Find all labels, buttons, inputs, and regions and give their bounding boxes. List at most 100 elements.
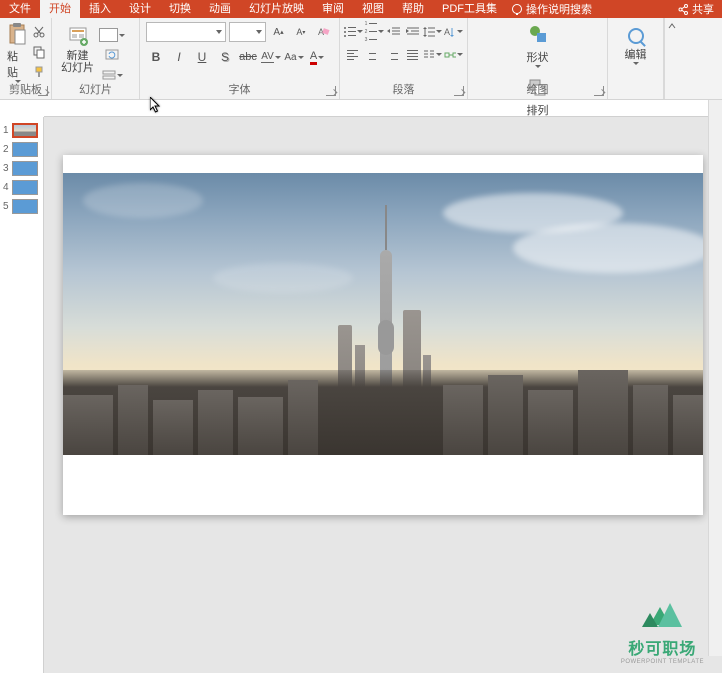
scissors-icon (32, 25, 46, 39)
numbering-button[interactable]: 123 (365, 22, 384, 41)
tab-insert[interactable]: 插入 (80, 0, 120, 18)
chevron-down-icon (256, 30, 262, 34)
tell-me-label: 操作说明搜索 (526, 1, 592, 17)
text-direction-button[interactable]: A (444, 22, 463, 41)
line-spacing-button[interactable] (423, 22, 442, 41)
font-size-combo[interactable] (229, 22, 266, 42)
cut-button[interactable] (30, 23, 48, 41)
layout-icon (99, 28, 118, 42)
slide-image[interactable] (63, 173, 703, 455)
chevron-down-icon (633, 62, 639, 65)
thumbnail-slide-2[interactable]: 2 (0, 140, 43, 159)
decrease-font-button[interactable]: A▾ (291, 22, 310, 42)
new-slide-label: 新建 幻灯片 (61, 50, 94, 74)
clipboard-icon (7, 22, 27, 46)
strikethrough-button[interactable]: abc (238, 47, 258, 67)
slide-thumbnails-pane[interactable]: 1 2 3 4 5 (0, 117, 44, 673)
align-right-icon (387, 50, 398, 60)
horizontal-ruler[interactable] (44, 100, 722, 117)
thumb-preview (12, 199, 38, 214)
thumb-preview (12, 142, 38, 157)
tab-help[interactable]: 帮助 (393, 0, 433, 18)
bold-button[interactable]: B (146, 47, 166, 67)
align-left-button[interactable] (344, 45, 362, 64)
thumbnail-slide-5[interactable]: 5 (0, 197, 43, 216)
tab-transitions[interactable]: 切换 (160, 0, 200, 18)
group-drawing: 形状 排列 Abc 快速样式 绘图 (468, 18, 608, 99)
font-color-button[interactable]: A (307, 47, 327, 67)
italic-button[interactable]: I (169, 47, 189, 67)
font-name-combo[interactable] (146, 22, 226, 42)
watermark-logo: 秒可职场 POWERPOINT TEMPLATE (621, 603, 704, 665)
share-label: 共享 (692, 1, 714, 17)
tab-pdf[interactable]: PDF工具集 (433, 0, 506, 18)
tab-animations[interactable]: 动画 (200, 0, 240, 18)
clipboard-launcher[interactable] (38, 86, 48, 96)
tab-view[interactable]: 视图 (353, 0, 393, 18)
char-spacing-button[interactable]: AV (261, 47, 281, 67)
align-right-button[interactable] (384, 45, 402, 64)
reset-button[interactable] (99, 46, 125, 64)
thumb-preview (12, 161, 38, 176)
lightbulb-icon (512, 4, 522, 14)
shadow-button[interactable]: S (215, 47, 235, 67)
columns-button[interactable] (423, 45, 442, 64)
change-case-button[interactable]: Aa (284, 47, 304, 67)
format-painter-button[interactable] (30, 63, 48, 81)
font-launcher[interactable] (326, 86, 336, 96)
collapse-ribbon-button[interactable] (664, 18, 678, 99)
shapes-button[interactable]: 形状 (472, 21, 603, 70)
chevron-down-icon (535, 65, 541, 68)
slide-canvas[interactable] (44, 117, 722, 673)
chevron-down-icon (457, 53, 463, 56)
share-button[interactable]: 共享 (670, 1, 722, 17)
tab-slideshow[interactable]: 幻灯片放映 (240, 0, 313, 18)
chevron-down-icon (457, 30, 463, 33)
ribbon-tabs: 文件 开始 插入 设计 切换 动画 幻灯片放映 审阅 视图 帮助 PDF工具集 … (0, 0, 722, 18)
mouse-cursor (150, 97, 162, 113)
layout-button[interactable] (99, 26, 125, 44)
tab-home[interactable]: 开始 (40, 0, 80, 18)
ribbon: 粘贴 剪贴板 新建 幻灯片 幻灯片 (0, 18, 722, 100)
increase-indent-button[interactable] (405, 22, 422, 41)
tab-review[interactable]: 审阅 (313, 0, 353, 18)
smartart-button[interactable] (444, 45, 463, 64)
new-slide-icon (68, 24, 88, 48)
align-left-icon (347, 50, 358, 60)
underline-button[interactable]: U (192, 47, 212, 67)
numbering-icon: 123 (365, 21, 378, 43)
slide[interactable] (63, 155, 703, 515)
new-slide-button[interactable]: 新建 幻灯片 (58, 22, 97, 84)
tell-me-search[interactable]: 操作说明搜索 (506, 1, 598, 17)
clear-format-button[interactable]: A (314, 22, 333, 42)
indent-icon (406, 26, 420, 38)
align-center-button[interactable] (364, 45, 382, 64)
paste-button[interactable]: 粘贴 (4, 20, 30, 85)
increase-font-button[interactable]: A▴ (269, 22, 288, 42)
thumb-number: 1 (3, 125, 9, 136)
thumb-number: 5 (3, 201, 9, 212)
chevron-down-icon (298, 56, 304, 59)
tab-file[interactable]: 文件 (0, 0, 40, 18)
line-spacing-icon (423, 26, 435, 38)
tab-design[interactable]: 设计 (120, 0, 160, 18)
watermark-text: 秒可职场 (628, 635, 696, 659)
justify-icon (407, 50, 418, 60)
decrease-indent-button[interactable] (386, 22, 403, 41)
justify-button[interactable] (403, 45, 421, 64)
thumbnail-slide-4[interactable]: 4 (0, 178, 43, 197)
copy-button[interactable] (30, 43, 48, 61)
paragraph-launcher[interactable] (454, 86, 464, 96)
drawing-launcher[interactable] (594, 86, 604, 96)
font-group-label: 字体 (140, 81, 339, 97)
thumbnail-slide-3[interactable]: 3 (0, 159, 43, 178)
smartart-icon (444, 49, 456, 61)
vertical-scrollbar[interactable] (708, 100, 722, 656)
group-font: A▴ A▾ A B I U S abc AV Aa A 字体 (140, 18, 340, 99)
group-clipboard: 粘贴 剪贴板 (0, 18, 52, 99)
find-button[interactable]: 编辑 (612, 22, 659, 67)
watermark-icon (642, 603, 682, 635)
thumbnail-slide-1[interactable]: 1 (0, 121, 43, 140)
bullets-button[interactable] (344, 22, 363, 41)
chevron-down-icon (436, 30, 442, 33)
